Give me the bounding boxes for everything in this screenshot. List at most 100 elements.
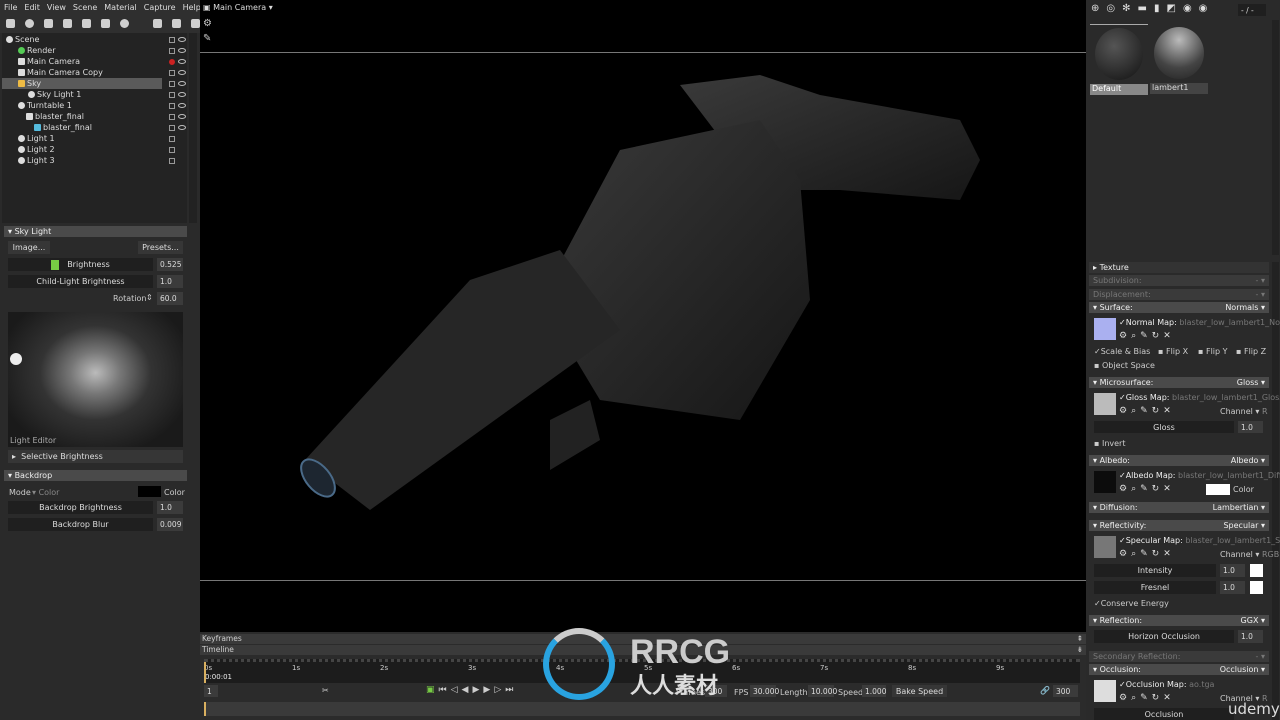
close-icon[interactable]: ✕ — [1163, 693, 1175, 703]
channel-dropdown[interactable]: Channel ▾ RGB — [1220, 550, 1279, 559]
gear-icon[interactable]: ⚙ — [1119, 406, 1131, 416]
folder-icon[interactable]: ▬ — [1138, 3, 1154, 14]
brightness-value[interactable]: 0.525 — [157, 258, 183, 271]
backdrop-blur-value[interactable]: 0.009 — [157, 518, 183, 531]
material-presets-icon[interactable]: ✻ — [1122, 3, 1137, 14]
backdrop-header[interactable]: ▾ Backdrop — [4, 470, 187, 481]
menu-material[interactable]: Material — [104, 3, 137, 12]
end-frame-input[interactable]: 300 — [1053, 685, 1078, 697]
eye-icon[interactable] — [178, 70, 186, 75]
occlusion-mode-dropdown[interactable]: Occlusion ▾ — [1220, 665, 1265, 674]
gloss-slider[interactable]: Gloss — [1094, 421, 1234, 433]
scissors-icon[interactable]: ✂ — [322, 686, 329, 695]
gear-icon[interactable]: ⚙ — [1119, 331, 1131, 341]
search-icon[interactable]: ⌕ — [1131, 484, 1140, 494]
backdrop-brightness-value[interactable]: 1.0 — [157, 501, 183, 514]
horizon-occlusion-value[interactable]: 1.0 — [1238, 630, 1263, 643]
menu-view[interactable]: View — [47, 3, 66, 12]
bake-speed-button[interactable]: Bake Speed — [892, 685, 947, 697]
duplicate-icon[interactable] — [172, 19, 181, 28]
eye-icon[interactable] — [178, 48, 186, 53]
close-icon[interactable]: ✕ — [1163, 484, 1175, 494]
occlusion-slider[interactable]: Occlusion — [1094, 708, 1234, 720]
tree-item-main-camera[interactable]: Main Camera — [2, 56, 187, 67]
last-frame-icon[interactable]: ⏭ — [505, 685, 517, 695]
play-icon[interactable]: ▶ — [472, 685, 483, 695]
reload-icon[interactable]: ↻ — [1152, 693, 1164, 703]
lock-icon[interactable] — [169, 36, 175, 43]
collapse-icon[interactable]: ⇟ — [1077, 645, 1083, 654]
spinner-icon[interactable]: ⇕ — [146, 293, 153, 302]
flip-y-checkbox[interactable]: ▪ Flip Y — [1198, 347, 1228, 356]
sky-light-header[interactable]: ▾ Sky Light — [4, 226, 187, 237]
add-turntable-icon[interactable] — [63, 19, 72, 28]
lock-icon[interactable] — [169, 124, 175, 131]
add-shadow-catcher-icon[interactable] — [101, 19, 110, 28]
pencil-icon[interactable]: ✎ — [1140, 484, 1152, 494]
flip-x-checkbox[interactable]: ▪ Flip X — [1158, 347, 1188, 356]
lock-icon[interactable] — [169, 69, 175, 76]
lock-icon[interactable] — [169, 80, 175, 87]
child-light-brightness-value[interactable]: 1.0 — [157, 275, 183, 288]
delete-icon[interactable] — [191, 19, 200, 28]
backdrop-blur-slider[interactable]: Backdrop Blur — [8, 518, 153, 531]
gear-icon[interactable]: ⚙ — [1119, 484, 1131, 494]
lock-icon[interactable] — [169, 157, 175, 164]
materials-scrollbar[interactable] — [1272, 20, 1279, 255]
reflectivity-section[interactable]: ▾ Reflectivity: Specular ▾ — [1089, 520, 1269, 531]
secondary-reflection-section[interactable]: Secondary Reflection: - ▾ — [1089, 651, 1269, 662]
presets-button[interactable]: Presets... — [138, 241, 183, 254]
search-icon[interactable]: ⌕ — [1131, 549, 1140, 559]
current-frame-input[interactable]: 1 — [204, 685, 218, 697]
surface-mode-dropdown[interactable]: Normals ▾ — [1225, 303, 1265, 312]
menu-help[interactable]: Help — [183, 3, 201, 12]
search-icon[interactable]: ⌕ — [1131, 693, 1140, 703]
occlusion-map-thumbnail[interactable] — [1094, 680, 1116, 702]
expand-icon[interactable]: ⇞ — [1077, 634, 1083, 643]
add-camera-icon[interactable] — [44, 19, 53, 28]
link-icon[interactable]: 🔗 — [1040, 686, 1050, 695]
eye-icon[interactable] — [178, 37, 186, 42]
tree-item-sky-light-1[interactable]: Sky Light 1 — [2, 89, 187, 100]
loop-icon[interactable]: ▣ — [426, 685, 439, 695]
pencil-icon[interactable]: ✎ — [1140, 549, 1152, 559]
specular-map-thumbnail[interactable] — [1094, 536, 1116, 558]
intensity-value[interactable]: 1.0 — [1220, 564, 1245, 577]
horizon-occlusion-slider[interactable]: Horizon Occlusion — [1094, 630, 1234, 643]
viewport[interactable]: ▣ Main Camera ▾ ⚙ ✎ — [200, 0, 1086, 632]
child-light-brightness-slider[interactable]: Child-Light Brightness — [8, 275, 153, 288]
lock-icon[interactable] — [169, 91, 175, 98]
playhead[interactable] — [204, 662, 206, 683]
menu-edit[interactable]: Edit — [24, 3, 40, 12]
material-lambert1[interactable]: lambert1 — [1150, 24, 1208, 94]
active-camera-icon[interactable] — [169, 58, 175, 65]
menu-file[interactable]: File — [4, 3, 17, 12]
backdrop-brightness-slider[interactable]: Backdrop Brightness — [8, 501, 153, 514]
surface-section[interactable]: ▾ Surface: Normals ▾ — [1089, 302, 1269, 313]
eye-icon[interactable] — [178, 92, 186, 97]
duplicate-material-icon[interactable]: ◎ — [1106, 3, 1122, 14]
search-icon[interactable]: ⌕ — [1131, 406, 1140, 416]
playback-controls[interactable]: ▣⏮◁◀▶▶▷⏭ — [426, 685, 517, 695]
reload-icon[interactable]: ↻ — [1152, 331, 1164, 341]
gloss-map-thumbnail[interactable] — [1094, 393, 1116, 415]
length-input[interactable]: 10.000 — [808, 685, 837, 697]
intensity-color-swatch[interactable] — [1250, 564, 1263, 577]
menu-capture[interactable]: Capture — [144, 3, 176, 12]
normal-map-thumbnail[interactable] — [1094, 318, 1116, 340]
micro-mode-dropdown[interactable]: Gloss ▾ — [1237, 378, 1265, 387]
pencil-icon[interactable]: ✎ — [1140, 331, 1152, 341]
eyedropper-icon[interactable]: ◉ — [1199, 3, 1215, 14]
diffusion-section[interactable]: ▾ Diffusion: Lambertian ▾ — [1089, 502, 1269, 513]
eye-icon[interactable] — [178, 103, 186, 108]
texture-section[interactable]: ▸ Texture — [1089, 262, 1269, 273]
tree-item-scene[interactable]: Scene — [2, 34, 187, 45]
image-button[interactable]: Image... — [8, 241, 50, 254]
eye-icon[interactable] — [178, 59, 186, 64]
prev-frame-icon[interactable]: ◀ — [462, 685, 473, 695]
reflection-section[interactable]: ▾ Reflection: GGX ▾ — [1089, 615, 1269, 626]
pencil-icon[interactable]: ✎ — [1140, 693, 1152, 703]
tree-item-sky[interactable]: Sky — [2, 78, 162, 89]
light-position-handle[interactable] — [10, 353, 22, 365]
close-icon[interactable]: ✕ — [1163, 406, 1175, 416]
